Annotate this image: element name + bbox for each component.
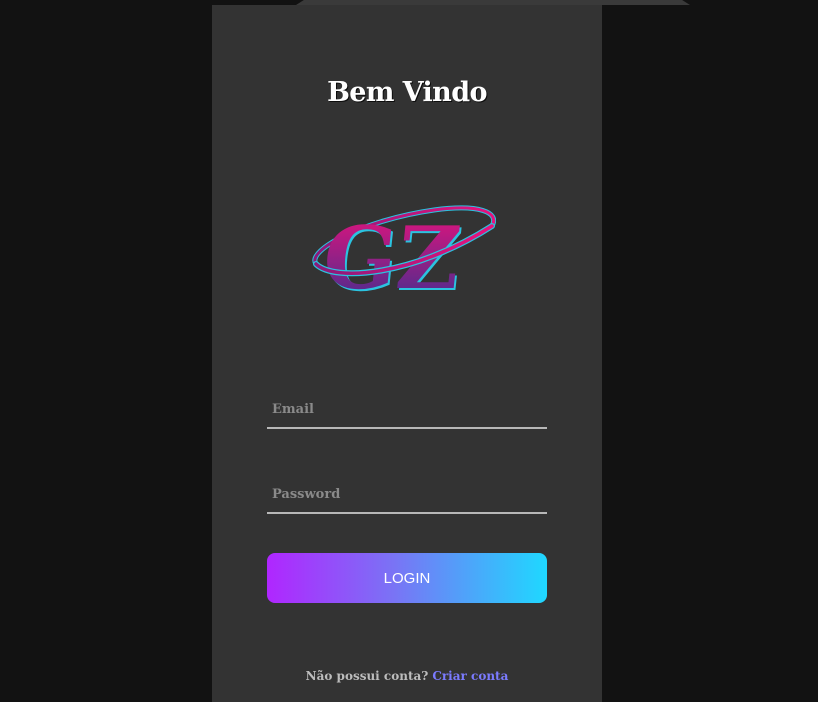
signup-prompt-text: Não possui conta? xyxy=(305,669,429,683)
email-field[interactable] xyxy=(267,391,547,429)
password-input[interactable] xyxy=(267,476,547,512)
signup-prompt: Não possui conta? Criar conta xyxy=(212,669,602,683)
create-account-link[interactable]: Criar conta xyxy=(432,669,508,683)
gz-logo: GZ GZ xyxy=(312,205,496,298)
login-button[interactable]: LOGIN xyxy=(267,553,547,603)
login-card: Bem Vindo GZ GZ LOGIN Não possui conta?C… xyxy=(212,5,602,702)
page-title: Bem Vindo xyxy=(327,77,487,108)
password-field[interactable] xyxy=(267,476,547,514)
email-input[interactable] xyxy=(267,391,547,427)
